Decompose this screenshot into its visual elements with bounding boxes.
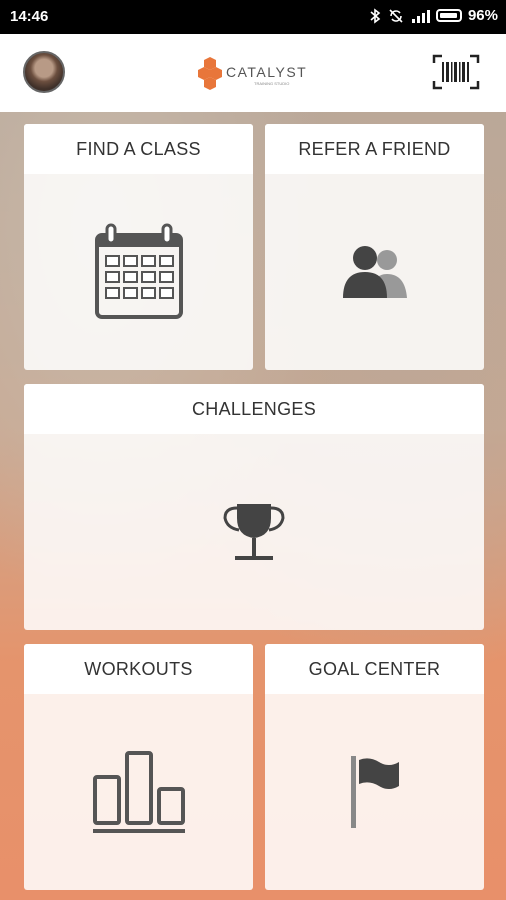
app-header: CATALYST TRAINING STUDIO bbox=[0, 34, 506, 112]
sync-off-icon bbox=[389, 8, 403, 23]
people-icon bbox=[342, 246, 407, 298]
status-bar: 14:46 96% bbox=[0, 0, 506, 34]
find-a-class-label: FIND A CLASS bbox=[76, 138, 201, 159]
logo-subtext: TRAINING STUDIO bbox=[254, 81, 289, 86]
goal-center-label: GOAL CENTER bbox=[308, 658, 441, 679]
flag-icon bbox=[350, 756, 399, 828]
status-icons: 96% bbox=[368, 7, 498, 24]
signal-icon bbox=[411, 9, 430, 23]
refer-a-friend-label: REFER A FRIEND bbox=[298, 138, 451, 159]
bluetooth-icon bbox=[370, 7, 381, 24]
battery-icon bbox=[435, 9, 462, 22]
bar-chart-icon bbox=[92, 751, 185, 833]
trophy-icon bbox=[223, 504, 285, 560]
workouts-tile[interactable]: WORKOUTS bbox=[24, 644, 253, 890]
goal-center-tile[interactable]: GOAL CENTER bbox=[265, 644, 484, 890]
challenges-tile[interactable]: CHALLENGES bbox=[24, 384, 484, 630]
find-a-class-tile[interactable]: FIND A CLASS bbox=[24, 124, 253, 370]
battery-percent: 96% bbox=[467, 7, 498, 24]
status-time: 14:46 bbox=[10, 8, 49, 25]
workouts-label: WORKOUTS bbox=[84, 658, 193, 679]
barcode-scan-icon[interactable] bbox=[432, 54, 480, 90]
avatar[interactable] bbox=[23, 51, 65, 93]
logo-text: CATALYST bbox=[226, 64, 307, 80]
catalyst-logo: CATALYST TRAINING STUDIO bbox=[196, 56, 314, 90]
refer-a-friend-tile[interactable]: REFER A FRIEND bbox=[265, 124, 484, 370]
challenges-label: CHALLENGES bbox=[191, 398, 317, 419]
calendar-icon bbox=[94, 223, 183, 319]
